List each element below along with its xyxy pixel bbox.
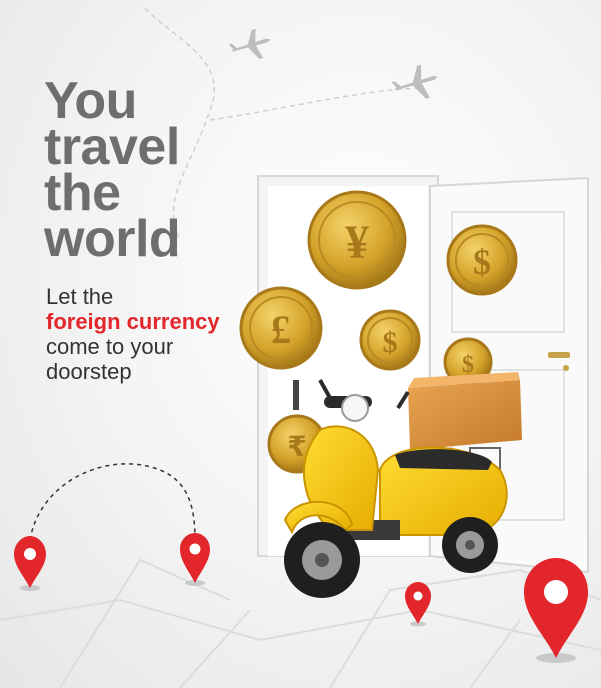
subtext-line: Let the	[46, 284, 114, 309]
svg-text:$: $	[383, 326, 398, 359]
airplane-icon	[391, 64, 438, 99]
dollar-coin-icon: $	[359, 309, 421, 371]
banner: ¥ $ £ $ $ ₹ You travel the world Let the…	[0, 0, 601, 688]
location-pin-icon	[524, 558, 588, 663]
route-path	[29, 463, 196, 541]
location-pin-icon	[405, 582, 431, 627]
location-pin-icon	[14, 536, 46, 591]
svg-text:$: $	[473, 242, 491, 282]
subtext-highlight: foreign currency	[46, 309, 220, 334]
subtext: Let the foreign currency come to your do…	[46, 284, 220, 384]
dollar-coin-icon: $	[446, 224, 518, 296]
svg-text:₹: ₹	[287, 430, 306, 463]
svg-text:£: £	[271, 307, 291, 352]
svg-text:$: $	[462, 352, 474, 378]
location-pin-icon	[180, 533, 210, 586]
airplane-icon	[228, 28, 271, 59]
headline: You travel the world	[44, 75, 181, 268]
subtext-line: doorstep	[46, 359, 132, 384]
yen-coin-icon: ¥	[307, 190, 407, 290]
flight-path-2	[209, 87, 421, 121]
headline-line: world	[44, 210, 181, 268]
pound-coin-icon: £	[239, 286, 323, 370]
svg-text:¥: ¥	[345, 216, 369, 269]
subtext-line: come to your	[46, 334, 174, 359]
